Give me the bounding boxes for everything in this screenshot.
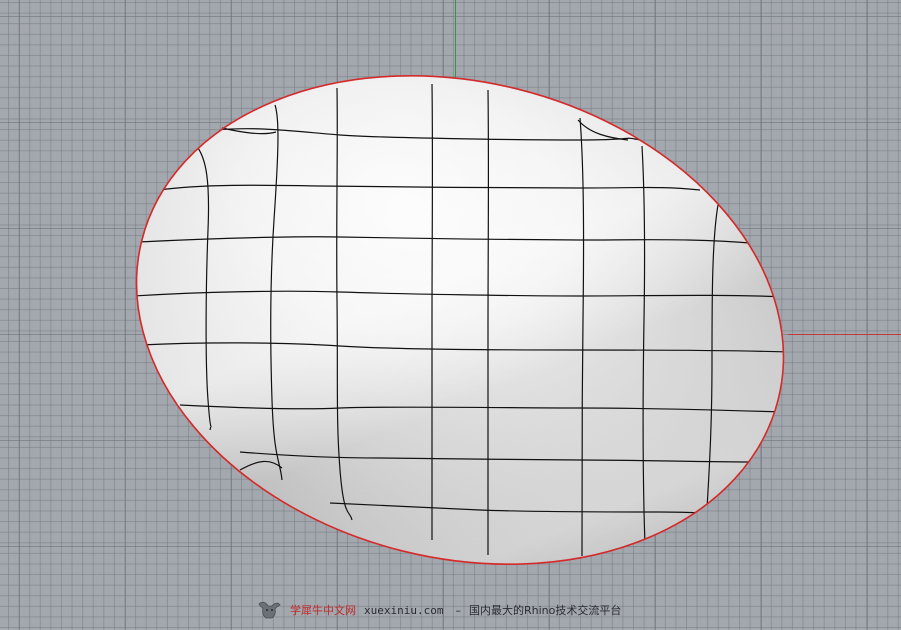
surface-specular-band <box>136 75 784 565</box>
watermark-tagline: 国内最大的Rhino技术交流平台 <box>468 604 622 617</box>
bull-logo-icon <box>258 601 281 619</box>
watermark: 学犀牛中文网 xuexiniu.com – 国内最大的Rhino技术交流平台 <box>256 598 621 622</box>
watermark-brand: 学犀牛中文网 <box>290 604 356 617</box>
nurbs-surface[interactable] <box>0 0 901 630</box>
viewport-perspective[interactable]: 学犀牛中文网 xuexiniu.com – 国内最大的Rhino技术交流平台 <box>0 0 901 630</box>
watermark-separator: – <box>455 603 461 617</box>
watermark-site: xuexiniu.com <box>364 603 444 617</box>
